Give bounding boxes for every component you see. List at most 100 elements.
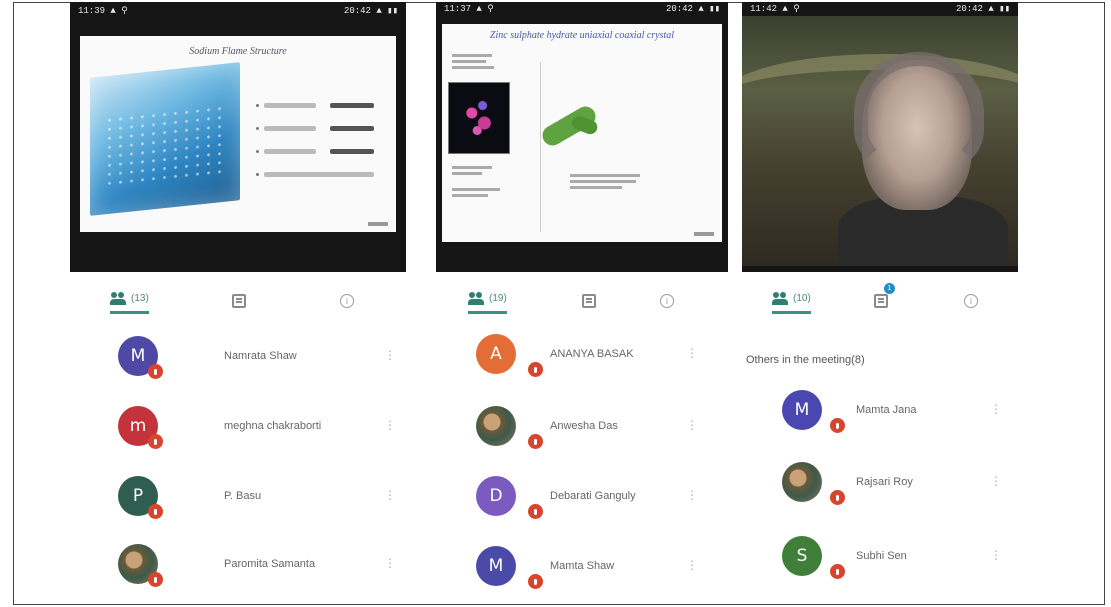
slide-bullet bbox=[256, 123, 392, 137]
participant-name: Paromita Samanta bbox=[224, 558, 316, 570]
participant-video[interactable] bbox=[742, 16, 1018, 266]
crystal-image bbox=[90, 62, 240, 216]
tab-info[interactable]: i bbox=[340, 288, 354, 314]
tab-info[interactable]: i bbox=[964, 288, 978, 314]
list-item[interactable]: S Subhi Sen ⋮ bbox=[742, 536, 1018, 596]
avatar: D bbox=[476, 476, 516, 516]
list-item[interactable]: M Mamta Shaw ⋮ bbox=[436, 546, 728, 602]
shared-slide: Sodium Flame Structure bbox=[80, 36, 396, 232]
more-options-icon[interactable]: ⋮ bbox=[990, 402, 1002, 416]
tab-chat[interactable] bbox=[232, 288, 246, 314]
phone-screen-2: 11:37 ▲ ⚲ 20:42 ▲ ▮▮ Zinc sulphate hydra… bbox=[436, 2, 728, 602]
chat-icon bbox=[232, 294, 246, 308]
list-item[interactable]: Rajsari Roy ⋮ bbox=[742, 462, 1018, 522]
participant-count: (19) bbox=[489, 293, 507, 304]
people-icon bbox=[468, 292, 486, 305]
participant-name: Namrata Shaw bbox=[224, 350, 297, 362]
list-item[interactable]: m meghna chakraborti ⋮ bbox=[70, 406, 406, 466]
participant-name: ANANYA BASAK bbox=[550, 348, 634, 360]
status-bar: 11:39 ▲ ⚲ 20:42 ▲ ▮▮ bbox=[70, 2, 406, 20]
list-item[interactable]: Anwesha Das ⋮ bbox=[436, 406, 728, 466]
status-bar: 11:42 ▲ ⚲ 20:42 ▲ ▮▮ bbox=[742, 2, 1018, 16]
avatar: A bbox=[476, 334, 516, 374]
status-time: 11:39 ▲ ⚲ bbox=[78, 6, 128, 16]
slide-bullet bbox=[256, 169, 392, 183]
slide-divider bbox=[540, 62, 541, 232]
tab-participants[interactable]: (10) bbox=[772, 288, 811, 314]
status-indicators: 20:42 ▲ ▮▮ bbox=[955, 4, 1010, 14]
mic-muted-icon bbox=[830, 490, 845, 505]
avatar: M bbox=[476, 546, 516, 586]
chat-icon bbox=[582, 294, 596, 308]
presentation-view: 11:39 ▲ ⚲ 20:42 ▲ ▮▮ Sodium Flame Struct… bbox=[70, 2, 406, 272]
mic-muted-icon bbox=[148, 504, 163, 519]
participant-name: Mamta Jana bbox=[856, 404, 917, 416]
tab-chat[interactable] bbox=[582, 288, 596, 314]
slide-bullets bbox=[256, 100, 392, 192]
participant-count: (10) bbox=[793, 293, 811, 304]
protein-image bbox=[538, 102, 600, 150]
avatar: M bbox=[782, 390, 822, 430]
mic-muted-icon bbox=[830, 564, 845, 579]
status-time: 11:42 ▲ ⚲ bbox=[750, 4, 800, 14]
slide-bullet bbox=[256, 146, 392, 160]
tab-info[interactable]: i bbox=[660, 288, 674, 314]
molecule-image bbox=[448, 82, 510, 154]
avatar-photo bbox=[782, 462, 822, 502]
more-options-icon[interactable]: ⋮ bbox=[686, 418, 698, 432]
info-icon: i bbox=[340, 294, 354, 308]
people-icon bbox=[110, 292, 128, 305]
phone-screen-3: 11:42 ▲ ⚲ 20:42 ▲ ▮▮ (10) 1 i Others in … bbox=[742, 2, 1018, 602]
presentation-view: 11:37 ▲ ⚲ 20:42 ▲ ▮▮ Zinc sulphate hydra… bbox=[436, 2, 728, 272]
tab-participants[interactable]: (13) bbox=[110, 288, 149, 314]
list-item[interactable]: M Namrata Shaw ⋮ bbox=[70, 336, 406, 396]
list-item[interactable]: D Debarati Ganguly ⋮ bbox=[436, 476, 728, 536]
mic-muted-icon bbox=[148, 572, 163, 587]
section-title: Others in the meeting(8) bbox=[746, 354, 865, 366]
list-item[interactable]: Paromita Samanta ⋮ bbox=[70, 544, 406, 602]
phone-screen-1: 11:39 ▲ ⚲ 20:42 ▲ ▮▮ Sodium Flame Struct… bbox=[70, 2, 406, 602]
participant-name: Mamta Shaw bbox=[550, 560, 615, 572]
info-icon: i bbox=[964, 294, 978, 308]
participant-name: Subhi Sen bbox=[856, 550, 907, 562]
chat-icon bbox=[874, 294, 888, 308]
mic-muted-icon bbox=[528, 362, 543, 377]
more-options-icon[interactable]: ⋮ bbox=[384, 418, 396, 432]
more-options-icon[interactable]: ⋮ bbox=[686, 558, 698, 572]
mic-muted-icon bbox=[830, 418, 845, 433]
list-item[interactable]: M Mamta Jana ⋮ bbox=[742, 390, 1018, 450]
people-icon bbox=[772, 292, 790, 305]
slide-footer bbox=[694, 232, 714, 236]
meeting-tabs: (13) i bbox=[70, 282, 406, 322]
more-options-icon[interactable]: ⋮ bbox=[686, 346, 698, 360]
tab-chat[interactable]: 1 bbox=[874, 283, 895, 314]
more-options-icon[interactable]: ⋮ bbox=[384, 488, 396, 502]
mic-muted-icon bbox=[528, 574, 543, 589]
mic-muted-icon bbox=[528, 434, 543, 449]
more-options-icon[interactable]: ⋮ bbox=[990, 548, 1002, 562]
list-item[interactable]: P P. Basu ⋮ bbox=[70, 476, 406, 536]
participant-name: Anwesha Das bbox=[550, 420, 618, 432]
avatar: S bbox=[782, 536, 822, 576]
participant-name: P. Basu bbox=[224, 490, 262, 502]
mic-muted-icon bbox=[528, 504, 543, 519]
more-options-icon[interactable]: ⋮ bbox=[384, 348, 396, 362]
list-item[interactable]: A ANANYA BASAK ⋮ bbox=[436, 334, 728, 394]
status-time: 11:37 ▲ ⚲ bbox=[444, 4, 494, 14]
tab-participants[interactable]: (19) bbox=[468, 288, 507, 314]
participant-name: Rajsari Roy bbox=[856, 476, 913, 488]
meeting-tabs: (10) 1 i bbox=[742, 282, 1018, 322]
video-call-view: 11:42 ▲ ⚲ 20:42 ▲ ▮▮ bbox=[742, 2, 1018, 272]
shared-slide: Zinc sulphate hydrate uniaxial coaxial c… bbox=[442, 24, 722, 242]
participant-name: meghna chakraborti bbox=[224, 420, 322, 432]
unread-badge: 1 bbox=[884, 283, 895, 294]
mic-muted-icon bbox=[148, 434, 163, 449]
status-bar: 11:37 ▲ ⚲ 20:42 ▲ ▮▮ bbox=[436, 2, 728, 16]
more-options-icon[interactable]: ⋮ bbox=[384, 556, 396, 570]
slide-bullet bbox=[256, 100, 392, 114]
slide-footer bbox=[368, 222, 388, 226]
status-indicators: 20:42 ▲ ▮▮ bbox=[665, 4, 720, 14]
info-icon: i bbox=[660, 294, 674, 308]
more-options-icon[interactable]: ⋮ bbox=[990, 474, 1002, 488]
more-options-icon[interactable]: ⋮ bbox=[686, 488, 698, 502]
